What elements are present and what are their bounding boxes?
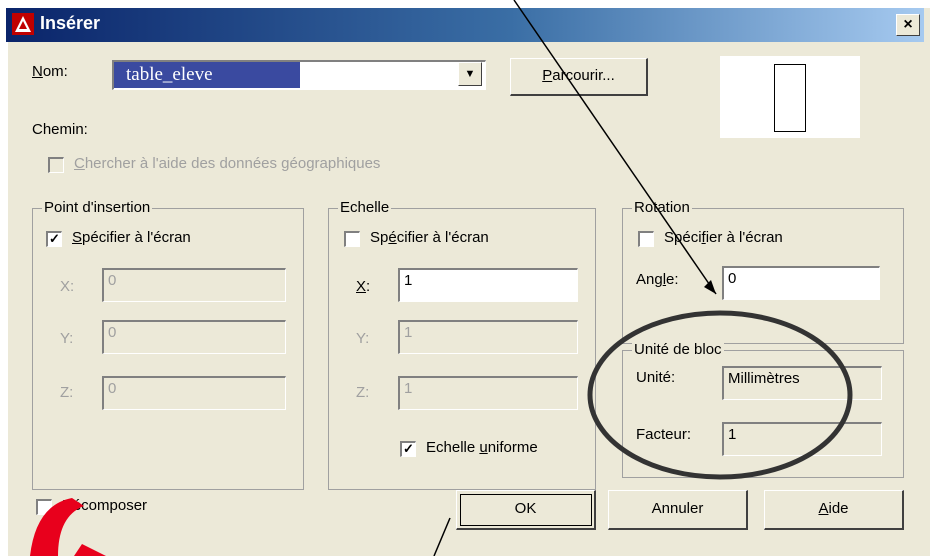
annotation-arrow [513,0,717,295]
red-logo-mark [30,498,84,556]
annotation-overlay [30,0,853,556]
highlight-ellipse [587,310,853,480]
annotation-arrowhead [704,280,716,294]
red-logo-wedge [74,544,106,556]
annotation-pointer [433,517,451,556]
